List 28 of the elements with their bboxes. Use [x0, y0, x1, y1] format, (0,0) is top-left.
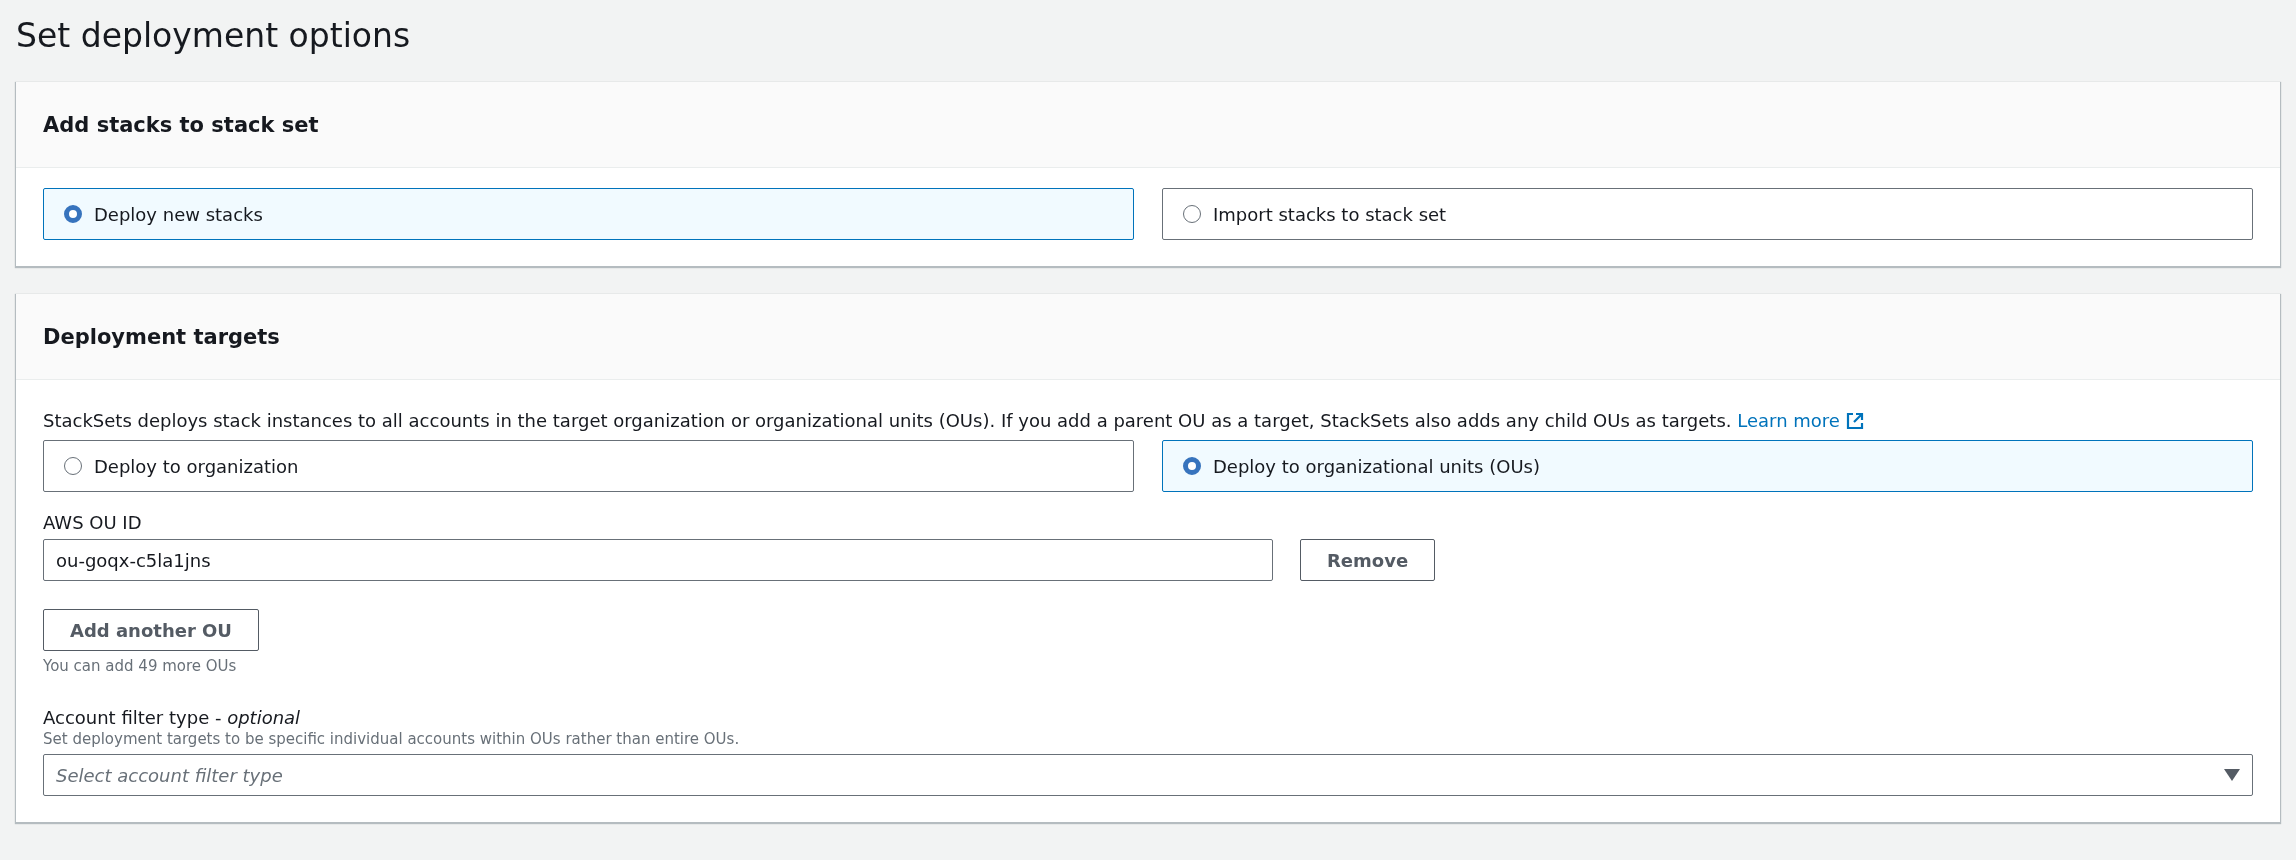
hint-text: You can add 49 more OUs	[43, 657, 238, 675]
radio-tile[interactable]: Import stacks to stack set	[1162, 188, 2253, 240]
radio-icon	[1183, 457, 1201, 475]
description-text: StackSets deploys stack instances to all accounts in the target organization or organizational units (OUs). If you add a parent OU as a target, StackSets also adds any child OUs as targets. Learn more	[43, 408, 2253, 434]
caret-icon	[2224, 769, 2240, 781]
radio-icon	[64, 457, 82, 475]
remove-button[interactable]: Remove	[1300, 539, 1436, 581]
learn-more-link[interactable]: Learn more	[1737, 408, 1864, 434]
field-label: Account filter type - optional	[43, 707, 302, 728]
radio-label: Deploy to organization	[94, 455, 299, 477]
card-title: Deployment targets	[43, 324, 280, 349]
radio-tile[interactable]: Deploy new stacks	[43, 188, 1134, 240]
placeholder-text: Select account filter type	[56, 764, 283, 786]
field-description: Set deployment targets to be specific individual accounts within OUs rather than entire OUs.	[43, 730, 741, 748]
field-label: AWS OU ID	[43, 512, 143, 533]
radio-label: Import stacks to stack set	[1213, 203, 1447, 225]
radio-tile[interactable]: Deploy to organization	[43, 440, 1134, 492]
radio-tile[interactable]: Deploy to organizational units (OUs)	[1162, 440, 2253, 492]
add-button[interactable]: Add another OU	[43, 609, 259, 651]
card-title: Add stacks to stack set	[43, 112, 319, 137]
radio-label: Deploy to organizational units (OUs)	[1213, 455, 1540, 477]
select-field[interactable]: Select account filter type	[43, 754, 2253, 796]
radio-label: Deploy new stacks	[94, 203, 263, 225]
page-title: Set deployment options	[16, 15, 412, 57]
radio-icon	[64, 205, 82, 223]
input-field[interactable]: ou-goqx-c5la1jns	[43, 539, 1273, 581]
radio-icon	[1183, 205, 1201, 223]
external-link-icon	[1845, 412, 1864, 430]
